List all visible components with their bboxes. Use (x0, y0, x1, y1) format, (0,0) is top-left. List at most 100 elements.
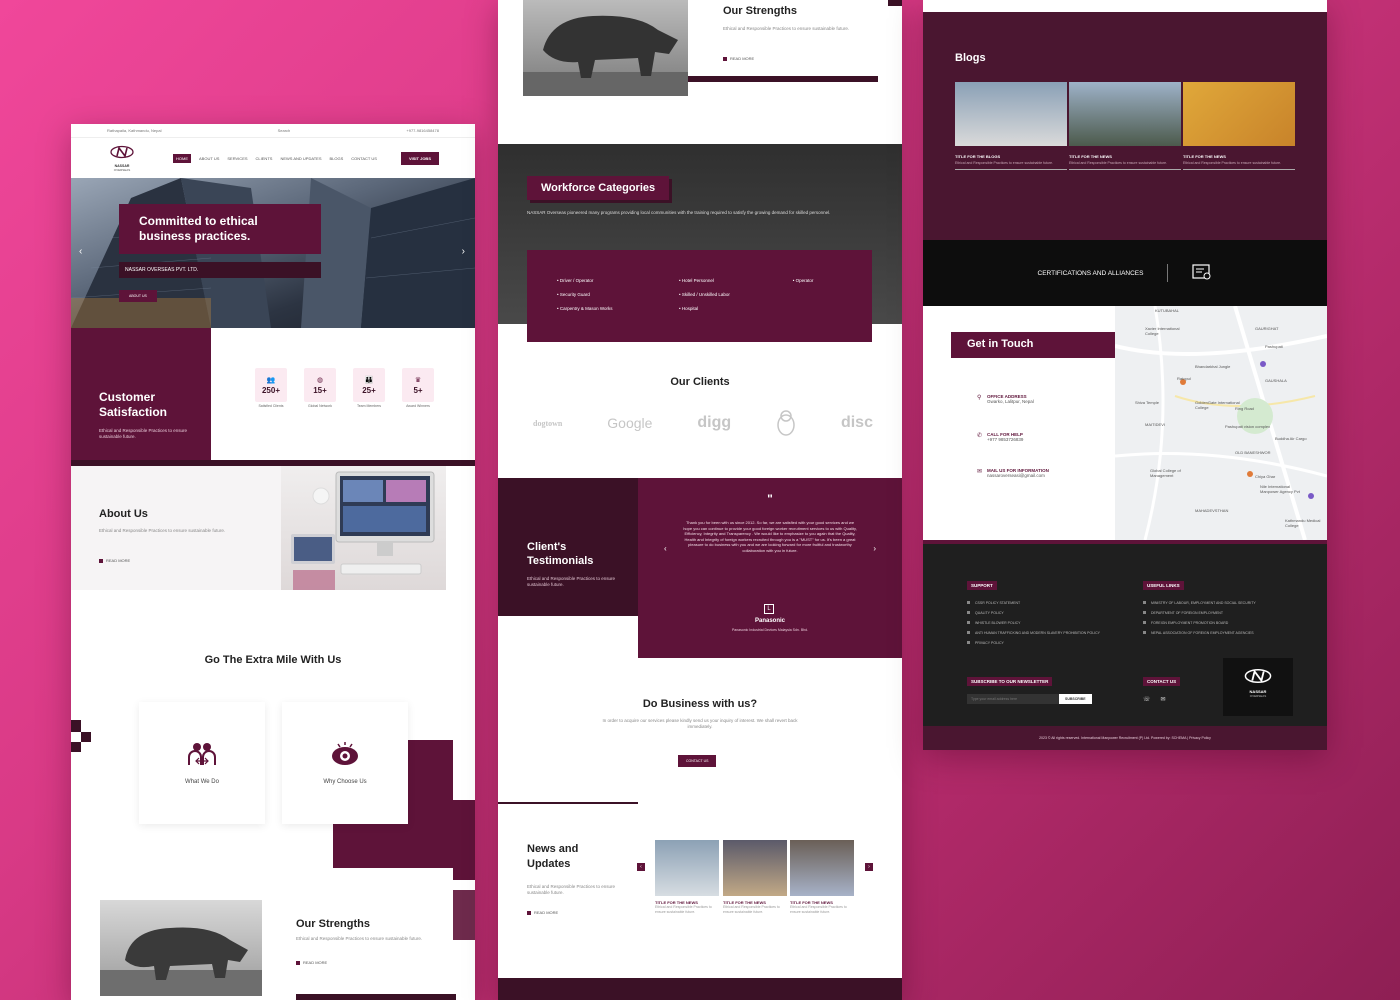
visit-jobs-button[interactable]: VISIT JOBS (400, 151, 439, 165)
testimonials-desc: Ethical and Responsible Practices to ens… (527, 576, 616, 587)
prev-arrow-icon[interactable]: ‹ (79, 246, 82, 257)
divider-line (498, 802, 638, 804)
logo-mark-icon (1244, 668, 1272, 684)
contact-panel: Get in Touch ⚲ OFFICE ADDRESS Gwarko, La… (923, 306, 1125, 540)
satisfaction-desc: Ethical and Responsible Practices to ens… (99, 428, 188, 439)
blog-card[interactable]: TITLE FOR THE NEWS Ethical and Responsib… (1069, 82, 1181, 170)
footer-contact-title: CONTACT US (1143, 677, 1181, 686)
brand-logo[interactable]: NASSAR OVERSEAS (107, 145, 137, 172)
map-label: Shiva Temple (1135, 400, 1159, 405)
contact-us-button[interactable]: CONTACT US (678, 755, 717, 767)
map-view[interactable]: KUTUBAHAL Xavier International College GAU… (1115, 306, 1327, 540)
stat-label: Award Winners (406, 404, 430, 408)
office-address: Gwarko, Lalitpur, Nepal (987, 399, 1034, 404)
next-arrow-icon[interactable]: › (462, 246, 465, 257)
certificate-icon (1192, 264, 1211, 280)
satisfaction-panel: Customer Satisfaction Ethical and Respon… (71, 328, 211, 466)
stats-panel: 👥 250+ Satisfied Clients ◍ 15+ Global Network… (211, 328, 475, 466)
whatsapp-icon[interactable]: ☏ (1143, 696, 1151, 703)
mail-address[interactable]: nassaroverseasi@gmail.com (987, 473, 1049, 478)
nav-item-clients[interactable]: CLIENTS (256, 156, 273, 161)
mockup-column-home: Rathapaila, Kathmandu, Nepal Search +977… (71, 124, 475, 1000)
workforce-title: Workforce Categories (527, 176, 670, 200)
news-prev-icon[interactable]: ‹ (637, 863, 645, 871)
nav-item-news-and-updates[interactable]: NEWS AND UPDATES (280, 156, 321, 161)
footer-link[interactable]: CSSR POLICY STATEMENT (967, 598, 1100, 608)
newsletter-email-input[interactable] (967, 694, 1059, 704)
map-label: Bhandarkhal Jungle (1195, 364, 1231, 369)
hero-about-button[interactable]: ABOUT US (119, 290, 157, 302)
strengths-read-more[interactable]: READ MORE (723, 56, 754, 61)
subscribe-button[interactable]: SUBSCRIBE (1059, 694, 1092, 704)
news-title: News and Updates (527, 843, 579, 870)
stat-value: 5+ (413, 385, 423, 395)
footer-link[interactable]: NEPAL ASSOCIATION OF FOREIGN EMPLOYMENT … (1143, 628, 1256, 638)
strengths-read-more[interactable]: READ MORE (296, 960, 327, 965)
blogs-title: Blogs (955, 52, 986, 64)
what-we-do-card[interactable]: What We Do (139, 702, 265, 824)
divider-strip (688, 76, 878, 82)
stat-item: ◍ 15+ Global Network (304, 368, 336, 409)
footer-top-strip (923, 540, 1327, 544)
news-card-desc: Ethical and Responsible Practices to ens… (655, 905, 712, 914)
nav-item-contact-us[interactable]: CONTACT US (351, 156, 377, 161)
certifications-bar[interactable]: CERTIFICATIONS AND ALLIANCES (923, 240, 1327, 306)
stat-label: Satisfied Clients (258, 404, 284, 408)
support-section: SUPPORT CSSR POLICY STATEMENT QUALITY POL… (967, 574, 1100, 648)
footer-link[interactable]: MINISTRY OF LABOUR, EMPLOYMENT AND SOCIA… (1143, 598, 1256, 608)
footer-link[interactable]: QUALITY POLICY (967, 608, 1100, 618)
blog-card[interactable]: TITLE FOR THE NEWS Ethical and Responsib… (1183, 82, 1295, 170)
people-icon: 👥 (266, 376, 276, 384)
blog-image (1069, 82, 1181, 146)
nav-item-about-us[interactable]: ABOUT US (199, 156, 219, 161)
client-logo-digg: digg (697, 414, 732, 431)
linux-penguin-icon (777, 410, 795, 436)
news-card[interactable]: TITLE FOR THE NEWS Ethical and Responsib… (790, 840, 854, 915)
news-card[interactable]: TITLE FOR THE NEWS Ethical and Responsib… (655, 840, 719, 915)
news-read-more[interactable]: READ MORE (527, 910, 558, 915)
strengths-desc: Ethical and Responsible Practices to ens… (296, 936, 423, 941)
map-label: KUTUBAHAL (1155, 308, 1180, 313)
nav-item-blogs[interactable]: BLOGS (329, 156, 343, 161)
about-read-more[interactable]: READ MORE (99, 558, 130, 563)
map-label: Kathmandu Medical College (1285, 518, 1321, 528)
business-title: Do Business with us? (642, 698, 758, 710)
about-desc: Ethical and Responsible Practices to ens… (99, 528, 226, 533)
footer-link[interactable]: DEPARTMENT OF FOREIGN EMPLOYMENT (1143, 608, 1256, 618)
blog-card[interactable]: TITLE FOR THE BLOGS Ethical and Responsi… (955, 82, 1067, 170)
stat-box: ◍ 15+ (304, 368, 336, 402)
footer-link[interactable]: FOREIGN EMPLOYMENT PROMOTION BOARD (1143, 618, 1256, 628)
workforce-list: • Driver / Operator • Security Guard • Car… (527, 250, 872, 342)
header: NASSAR OVERSEAS HOME ABOUT US SERVICES CLIE… (71, 138, 475, 178)
rhino-illustration (523, 15, 688, 96)
about-section: About Us Ethical and Responsible Practic… (71, 466, 281, 590)
news-next-icon[interactable]: › (865, 863, 873, 871)
extra-mile-section: Go The Extra Mile With Us What We Do Why… (71, 590, 475, 1000)
links-title: USEFUL LINKS (1143, 581, 1184, 590)
strengths-title: Our Strengths (296, 918, 370, 930)
footer-logo[interactable]: NASSAR OVERSEAS (1223, 658, 1293, 716)
blog-title: TITLE FOR THE NEWS (1183, 154, 1226, 159)
nav-item-services[interactable]: SERVICES (227, 156, 247, 161)
news-card[interactable]: TITLE FOR THE NEWS Ethical and Responsib… (723, 840, 787, 915)
divider-strip (888, 0, 902, 6)
certifications-title: CERTIFICATIONS AND ALLIANCES (1037, 269, 1144, 277)
deco-square (81, 732, 91, 742)
call-number[interactable]: +977 9853726839 (987, 437, 1023, 442)
blog-desc: Ethical and Responsible Practices to ens… (955, 161, 1067, 170)
email-icon[interactable]: ✉ (1161, 696, 1166, 703)
why-choose-us-card[interactable]: Why Choose Us (282, 702, 408, 824)
testimonial-prev-icon[interactable]: ‹ (664, 544, 667, 553)
testimonial-next-icon[interactable]: › (873, 544, 876, 553)
stat-item: 👪 25+ Team Members (353, 368, 385, 409)
workforce-item: • Hospital (679, 306, 699, 311)
map-label: GAURIGHAT (1255, 326, 1279, 331)
nav-item-home[interactable]: HOME (173, 153, 191, 163)
workforce-item: • Skilled / Unskilled Labor (679, 292, 730, 297)
top-strip (923, 0, 1327, 12)
footer-link[interactable]: PRIVACY POLICY (967, 638, 1100, 648)
about-spacer (446, 466, 475, 604)
search-link[interactable]: Search (278, 128, 291, 133)
footer-link[interactable]: WHISTLE BLOWER POLICY (967, 618, 1100, 628)
footer-link[interactable]: ANTI HUMAN TRAFFICKING AND MODERN SLAVER… (967, 628, 1100, 638)
